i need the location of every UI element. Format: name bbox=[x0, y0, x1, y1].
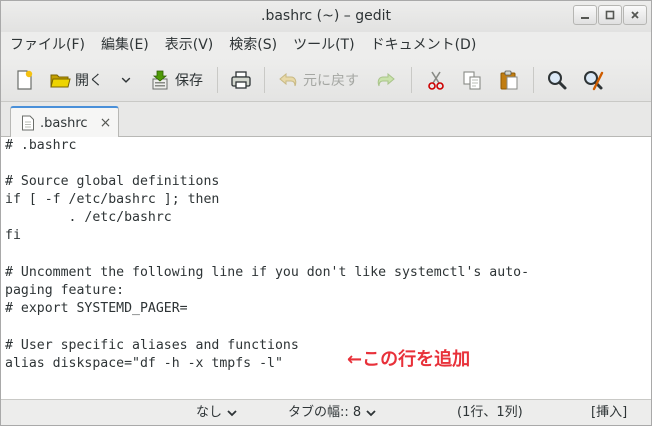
tab-label: .bashrc bbox=[40, 115, 88, 131]
cursor-position: (1行、1列) bbox=[457, 405, 523, 420]
close-icon bbox=[631, 11, 639, 19]
tab-close-icon[interactable]: × bbox=[100, 115, 112, 131]
paste-button[interactable] bbox=[498, 65, 520, 95]
window-title: .bashrc (~) – gedit bbox=[261, 8, 391, 24]
search-icon bbox=[548, 71, 567, 90]
language-selector[interactable]: なし bbox=[196, 400, 237, 426]
undo-icon bbox=[279, 72, 297, 87]
redo-button[interactable] bbox=[375, 65, 397, 95]
chevron-down-icon bbox=[366, 410, 376, 417]
tab-bashrc[interactable]: .bashrc × bbox=[10, 106, 119, 138]
tab-width-label: タブの幅:: 8 bbox=[288, 405, 362, 420]
undo-button[interactable]: 元に戻す bbox=[277, 65, 359, 95]
new-document-button[interactable] bbox=[13, 65, 35, 95]
undo-label: 元に戻す bbox=[303, 73, 359, 89]
editor-line: # User specific aliases and functions bbox=[5, 338, 299, 353]
paste-icon bbox=[500, 70, 518, 90]
redo-icon bbox=[377, 72, 395, 87]
menu-documents[interactable]: ドキュメント(D) bbox=[363, 32, 485, 58]
menu-edit[interactable]: 編集(E) bbox=[93, 32, 157, 58]
editor-line: if [ -f /etc/bashrc ]; then bbox=[5, 192, 220, 207]
status-bar: なし タブの幅:: 8 (1行、1列) [挿入] bbox=[1, 399, 651, 425]
title-bar[interactable]: .bashrc (~) – gedit bbox=[1, 1, 651, 32]
editor-line: # Source global definitions bbox=[5, 174, 220, 189]
replace-button[interactable] bbox=[582, 65, 604, 95]
toolbar-separator bbox=[533, 67, 534, 93]
document-icon bbox=[22, 115, 34, 131]
maximize-icon bbox=[605, 10, 615, 20]
printer-icon bbox=[231, 71, 251, 89]
toolbar: 開く 保存 元に戻す bbox=[1, 58, 651, 102]
folder-open-icon bbox=[50, 74, 71, 88]
menu-file[interactable]: ファイル(F) bbox=[1, 32, 93, 58]
copy-icon bbox=[463, 71, 481, 90]
tab-width-selector[interactable]: タブの幅:: 8 bbox=[288, 400, 376, 426]
tab-bar: .bashrc × bbox=[1, 102, 651, 138]
open-button[interactable]: 開く bbox=[49, 65, 103, 95]
copy-button[interactable] bbox=[461, 65, 483, 95]
search-button[interactable] bbox=[546, 65, 568, 95]
open-label: 開く bbox=[75, 73, 103, 89]
editor-line: # export SYSTEMD_PAGER= bbox=[5, 301, 188, 316]
chevron-down-icon bbox=[121, 77, 131, 83]
menu-tools[interactable]: ツール(T) bbox=[285, 32, 362, 58]
menu-view[interactable]: 表示(V) bbox=[157, 32, 222, 58]
toolbar-separator bbox=[217, 67, 218, 93]
find-replace-icon bbox=[584, 71, 604, 91]
save-icon bbox=[152, 70, 168, 90]
scissors-icon bbox=[428, 71, 444, 90]
toolbar-separator bbox=[411, 67, 412, 93]
maximize-button[interactable] bbox=[598, 5, 622, 25]
toolbar-separator bbox=[264, 67, 265, 93]
minimize-button[interactable] bbox=[573, 5, 597, 25]
editor-line: # .bashrc bbox=[5, 138, 77, 153]
menu-search[interactable]: 検索(S) bbox=[221, 32, 285, 58]
save-button[interactable]: 保存 bbox=[149, 65, 203, 95]
close-button[interactable] bbox=[623, 5, 647, 25]
text-editor[interactable]: # .bashrc # Source global definitions if… bbox=[1, 137, 651, 399]
print-button[interactable] bbox=[230, 65, 252, 95]
editor-line: # Uncomment the following line if you do… bbox=[5, 265, 530, 280]
insert-mode: [挿入] bbox=[591, 405, 628, 420]
menu-bar: ファイル(F) 編集(E) 表示(V) 検索(S) ツール(T) ドキュメント(… bbox=[1, 32, 651, 58]
open-recent-dropdown[interactable] bbox=[119, 65, 133, 95]
editor-line: fi bbox=[5, 228, 21, 243]
new-document-icon bbox=[17, 70, 33, 90]
gedit-window: .bashrc (~) – gedit ファイル(F) 編集(E) 表示(V) … bbox=[0, 0, 652, 426]
annotation-callout: ←この行を追加 bbox=[347, 349, 471, 370]
editor-line: . /etc/bashrc bbox=[5, 210, 172, 225]
editor-line: alias diskspace="df -h -x tmpfs -l" bbox=[5, 356, 283, 371]
save-label: 保存 bbox=[175, 73, 203, 89]
cut-button[interactable] bbox=[425, 65, 447, 95]
editor-line: paging feature: bbox=[5, 283, 125, 298]
minimize-icon bbox=[581, 17, 589, 19]
language-label: なし bbox=[196, 405, 223, 420]
chevron-down-icon bbox=[227, 410, 237, 417]
